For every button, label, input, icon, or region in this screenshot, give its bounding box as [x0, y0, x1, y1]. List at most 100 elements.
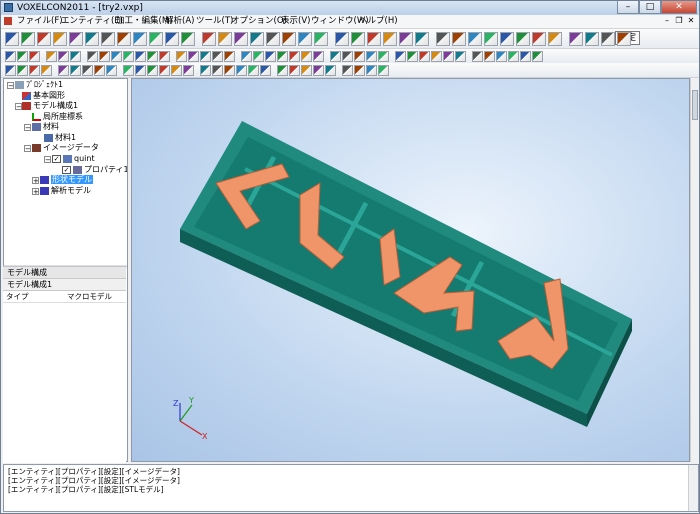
toolbar-tool-icon[interactable]: [212, 65, 223, 76]
toolbar-tool-icon[interactable]: [5, 65, 16, 76]
toolbar-tool-icon[interactable]: [218, 32, 232, 46]
toolbar-tool-icon[interactable]: [58, 65, 69, 76]
toolbar-tool-icon[interactable]: [123, 51, 134, 62]
toolbar-tool-icon[interactable]: [29, 65, 40, 76]
toolbar-tool-icon[interactable]: [21, 32, 35, 46]
toolbar-tool-icon[interactable]: [265, 51, 276, 62]
toolbar-tool-icon[interactable]: [298, 32, 312, 46]
toolbar-tool-icon[interactable]: [335, 32, 349, 46]
toolbar-tool-icon[interactable]: [260, 65, 271, 76]
toolbar-tool-icon[interactable]: [133, 32, 147, 46]
tree-item-quint[interactable]: ✓ quint: [52, 154, 95, 164]
menu-analysis[interactable]: 解析(A): [163, 16, 196, 27]
toolbar-tool-icon[interactable]: [383, 32, 397, 46]
toolbar-tool-icon[interactable]: [69, 32, 83, 46]
toolbar-tool-icon[interactable]: [617, 32, 631, 46]
toolbar-tool-icon[interactable]: [436, 32, 450, 46]
viewport-scrollbar[interactable]: [690, 78, 699, 462]
mdi-minimize-button[interactable]: –: [662, 16, 672, 26]
toolbar-tool-icon[interactable]: [176, 51, 187, 62]
toolbar-tool-icon[interactable]: [236, 65, 247, 76]
toolbar-tool-icon[interactable]: [241, 51, 252, 62]
toolbar-tool-icon[interactable]: [82, 65, 93, 76]
toolbar-tool-icon[interactable]: [250, 32, 264, 46]
tree-expand-toggle[interactable]: +: [32, 188, 39, 196]
toolbar-tool-icon[interactable]: [313, 65, 324, 76]
toolbar-tool-icon[interactable]: [330, 51, 341, 62]
toolbar-tool-icon[interactable]: [200, 65, 211, 76]
tree-collapse-toggle[interactable]: −: [44, 156, 51, 164]
3d-viewport[interactable]: Z Y X: [131, 78, 690, 462]
toolbar-tool-icon[interactable]: [99, 51, 110, 62]
tree-item-project[interactable]: ﾌﾟﾛｼﾞｪｸﾄ1: [15, 80, 63, 90]
toolbar-tool-icon[interactable]: [314, 32, 328, 46]
toolbar-tool-icon[interactable]: [85, 32, 99, 46]
toolbar-tool-icon[interactable]: [367, 32, 381, 46]
toolbar-tool-icon[interactable]: [484, 32, 498, 46]
toolbar-tool-icon[interactable]: [181, 32, 195, 46]
toolbar-tool-icon[interactable]: [159, 65, 170, 76]
tree-item-model-config[interactable]: モデル構成1: [22, 101, 78, 111]
toolbar-tool-icon[interactable]: [443, 51, 454, 62]
toolbar-tool-icon[interactable]: [601, 32, 615, 46]
toolbar-tool-icon[interactable]: [200, 51, 211, 62]
toolbar-tool-icon[interactable]: [313, 51, 324, 62]
toolbar-tool-icon[interactable]: [325, 65, 336, 76]
toolbar-tool-icon[interactable]: [253, 51, 264, 62]
toolbar-tool-icon[interactable]: [37, 32, 51, 46]
toolbar-tool-icon[interactable]: [484, 51, 495, 62]
toolbar-tool-icon[interactable]: [224, 51, 235, 62]
tree-item-image-data[interactable]: イメージデータ: [32, 143, 99, 153]
toolbar-tool-icon[interactable]: [532, 32, 546, 46]
toolbar-tool-icon[interactable]: [496, 51, 507, 62]
toolbar-tool-icon[interactable]: [149, 32, 163, 46]
toolbar-tool-icon[interactable]: [135, 65, 146, 76]
toolbar-tool-icon[interactable]: [419, 51, 430, 62]
toolbar-tool-icon[interactable]: [248, 65, 259, 76]
tree-item-analysis-model[interactable]: 解析モデル: [40, 186, 91, 196]
toolbar-tool-icon[interactable]: [159, 51, 170, 62]
toolbar-tool-icon[interactable]: [70, 65, 81, 76]
close-button[interactable]: ✕: [661, 1, 697, 14]
tree-item-materials[interactable]: 材料: [32, 122, 59, 132]
toolbar-tool-icon[interactable]: [500, 32, 514, 46]
menu-help[interactable]: ヘルプ(H): [357, 16, 400, 27]
toolbar-tool-icon[interactable]: [548, 32, 562, 46]
toolbar-tool-icon[interactable]: [188, 51, 199, 62]
toolbar-tool-icon[interactable]: [101, 32, 115, 46]
toolbar-tool-icon[interactable]: [171, 65, 182, 76]
maximize-button[interactable]: □: [639, 1, 661, 14]
toolbar-tool-icon[interactable]: [123, 65, 134, 76]
toolbar-tool-icon[interactable]: [5, 51, 16, 62]
toolbar-tool-icon[interactable]: [378, 51, 389, 62]
toolbar-tool-icon[interactable]: [354, 51, 365, 62]
menu-file[interactable]: ファイル(F): [15, 16, 65, 27]
tree-item-property-1[interactable]: ✓ プロパティ1: [62, 165, 127, 175]
toolbar-tool-icon[interactable]: [266, 32, 280, 46]
toolbar-tool-icon[interactable]: [415, 32, 429, 46]
toolbar-tool-icon[interactable]: [516, 32, 530, 46]
checkbox-checked-icon[interactable]: ✓: [52, 154, 61, 163]
toolbar-tool-icon[interactable]: [354, 65, 365, 76]
toolbar-tool-icon[interactable]: [58, 51, 69, 62]
tree-collapse-toggle[interactable]: −: [7, 82, 14, 90]
toolbar-tool-icon[interactable]: [94, 65, 105, 76]
toolbar-tool-icon[interactable]: [147, 51, 158, 62]
toolbar-tool-icon[interactable]: [41, 65, 52, 76]
toolbar-tool-icon[interactable]: [165, 32, 179, 46]
toolbar-tool-icon[interactable]: [29, 51, 40, 62]
minimize-button[interactable]: –: [617, 1, 639, 14]
toolbar-tool-icon[interactable]: [277, 51, 288, 62]
toolbar-tool-icon[interactable]: [407, 51, 418, 62]
menu-view[interactable]: 表示(V): [279, 16, 312, 27]
toolbar-tool-icon[interactable]: [378, 65, 389, 76]
document-system-icon[interactable]: [4, 17, 12, 25]
toolbar-tool-icon[interactable]: [46, 51, 57, 62]
toolbar-tool-icon[interactable]: [289, 51, 300, 62]
toolbar-tool-icon[interactable]: [399, 32, 413, 46]
toolbar-tool-icon[interactable]: [106, 65, 117, 76]
toolbar-tool-icon[interactable]: [301, 51, 312, 62]
tree-collapse-toggle[interactable]: −: [15, 103, 22, 111]
property-row[interactable]: タイプ マクロモデル: [3, 291, 126, 303]
toolbar-tool-icon[interactable]: [366, 65, 377, 76]
